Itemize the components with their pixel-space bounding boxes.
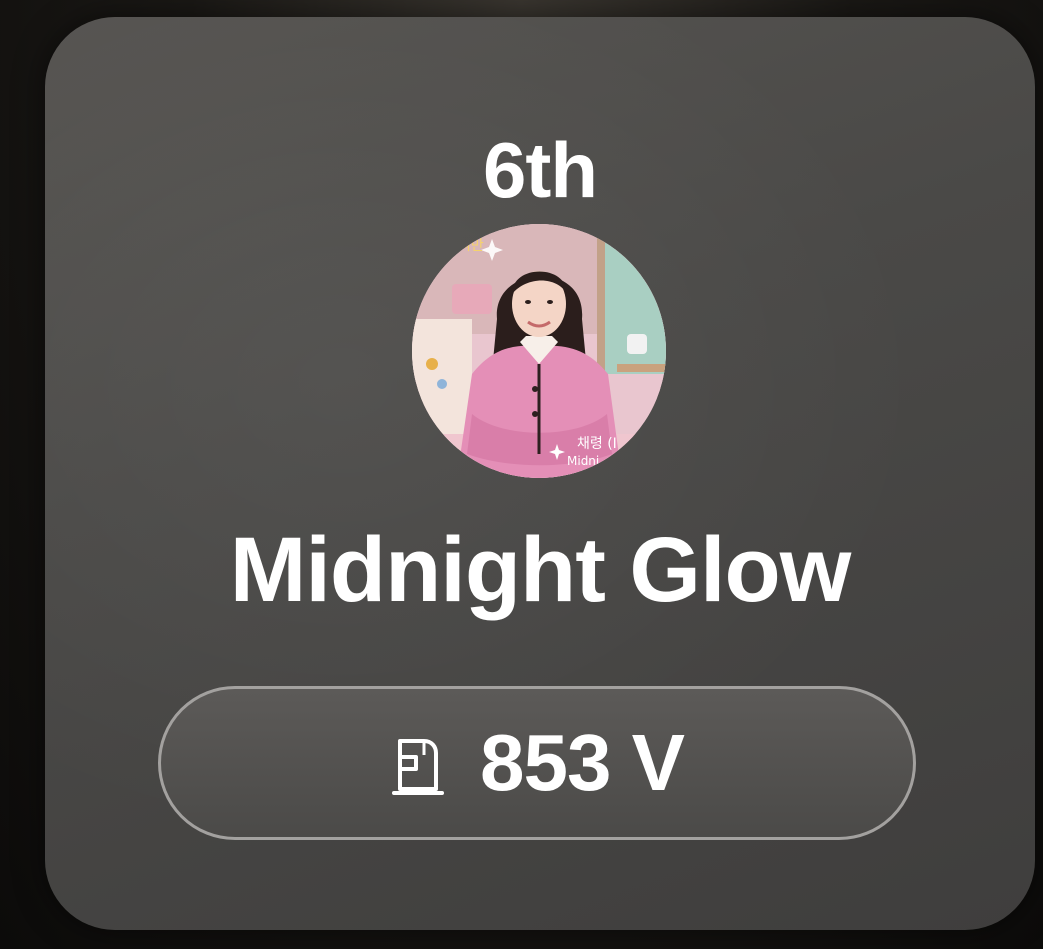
avatar-overlay-text: 채령 (I <box>577 436 617 452</box>
svg-text:리만: 리만 <box>458 238 484 254</box>
rank-label: 6th <box>483 126 598 214</box>
avatar[interactable]: 리만 채령 (I Midni <box>412 224 666 478</box>
vote-count: 853 V <box>479 718 685 807</box>
svg-text:Midni: Midni <box>567 454 599 468</box>
candidate-name: Midnight Glow <box>229 519 852 621</box>
vote-hand-icon <box>391 739 444 795</box>
avatar-photo: 리만 채령 (I Midni <box>412 224 666 478</box>
ranking-card[interactable]: 6th 리만 채령 (I Midni Midnight Glow 853 V <box>45 17 1035 930</box>
vote-count-pill[interactable]: 853 V <box>158 686 916 840</box>
